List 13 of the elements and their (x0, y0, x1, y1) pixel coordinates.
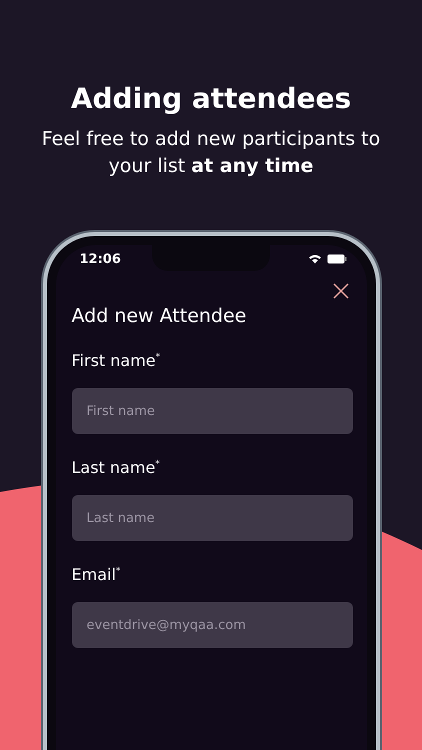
field-label: Email$^{*}$ (72, 565, 122, 586)
input-field[interactable]: eventdrive@myqaa.com (72, 602, 352, 648)
form-title: Add new Attendee (72, 305, 248, 327)
subtitle: Feel free to add new participants to your list at any time (40, 127, 382, 179)
field-label: First name$^{*}$ (72, 351, 162, 372)
status-time: 12:06 (80, 252, 121, 266)
input-field[interactable]: First name (72, 388, 352, 434)
wifi-icon (308, 254, 322, 264)
close-button[interactable] (330, 281, 350, 301)
field-label: Last name$^{*}$ (72, 458, 161, 479)
battery-icon (326, 254, 346, 264)
input-field[interactable]: Last name (72, 495, 352, 541)
headline: Adding attendees (70, 81, 352, 117)
